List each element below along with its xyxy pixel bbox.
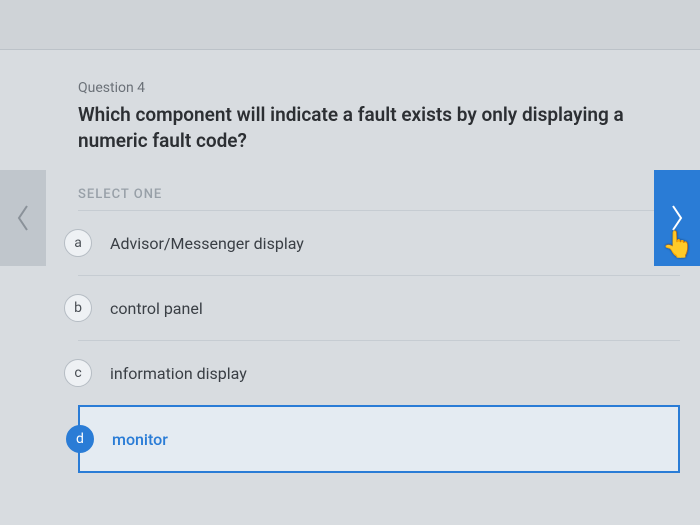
option-text: information display xyxy=(110,364,247,383)
option-c[interactable]: c information display xyxy=(78,341,680,406)
question-text: Which component will indicate a fault ex… xyxy=(78,102,640,153)
options-list: a Advisor/Messenger display b control pa… xyxy=(78,210,680,473)
option-letter: b xyxy=(64,294,92,322)
option-letter: a xyxy=(64,229,92,257)
option-text: Advisor/Messenger display xyxy=(110,234,304,253)
question-number: Question 4 xyxy=(78,80,640,96)
prev-button[interactable] xyxy=(0,170,46,266)
option-letter: d xyxy=(66,425,94,453)
option-d[interactable]: d monitor xyxy=(78,405,680,473)
option-text: monitor xyxy=(112,430,168,449)
option-b[interactable]: b control panel xyxy=(78,276,680,341)
top-bar xyxy=(0,0,700,50)
select-one-label: SELECT ONE xyxy=(78,187,640,202)
option-a[interactable]: a Advisor/Messenger display xyxy=(78,211,680,276)
option-text: control panel xyxy=(110,299,203,318)
option-letter: c xyxy=(64,359,92,387)
chevron-left-icon xyxy=(14,203,32,233)
